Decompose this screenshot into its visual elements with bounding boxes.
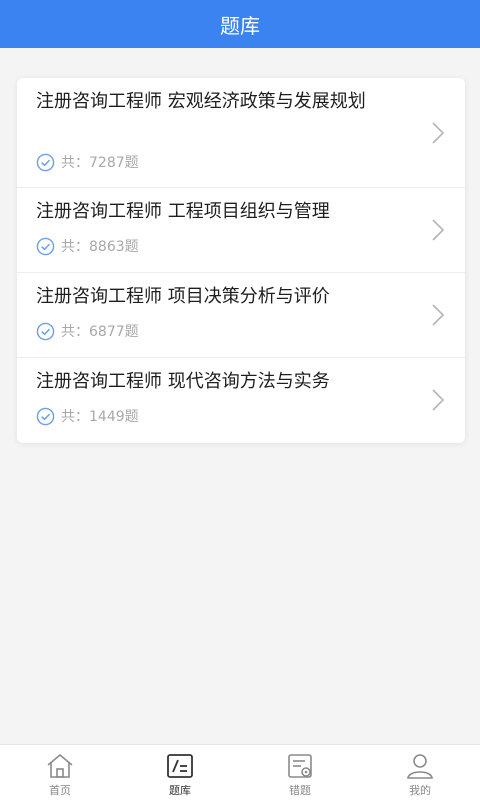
list-item[interactable]: 注册咨询工程师 现代咨询方法与实务 共： 1449题 bbox=[17, 358, 465, 443]
question-bank-icon bbox=[167, 754, 193, 778]
check-circle-icon bbox=[36, 237, 55, 255]
chevron-right-icon bbox=[432, 389, 445, 411]
check-circle-icon bbox=[36, 322, 55, 340]
chevron-right-icon bbox=[432, 122, 445, 144]
app-header: 题库 bbox=[0, 0, 480, 48]
item-meta: 共： 6877题 bbox=[36, 321, 139, 341]
item-count: 7287题 bbox=[89, 155, 139, 171]
item-title: 注册咨询工程师 工程项目组织与管理 bbox=[36, 201, 330, 222]
list-item[interactable]: 注册咨询工程师 宏观经济政策与发展规划 共： 7287题 bbox=[17, 78, 465, 188]
tab-label: 首页 bbox=[49, 784, 71, 797]
item-meta: 共： 1449题 bbox=[36, 406, 139, 426]
tab-question-bank[interactable]: 题库 bbox=[120, 745, 240, 800]
item-title: 注册咨询工程师 宏观经济政策与发展规划 bbox=[36, 91, 366, 112]
list-item[interactable]: 注册咨询工程师 工程项目组织与管理 共： 8863题 bbox=[17, 188, 465, 273]
item-title: 注册咨询工程师 项目决策分析与评价 bbox=[36, 286, 330, 307]
chevron-right-icon bbox=[432, 304, 445, 326]
check-circle-icon bbox=[36, 153, 55, 171]
chevron-right-icon bbox=[432, 219, 445, 241]
item-count-prefix: 共： bbox=[61, 324, 89, 340]
item-count: 6877题 bbox=[89, 324, 139, 340]
check-circle-icon bbox=[36, 407, 55, 425]
user-icon bbox=[407, 754, 433, 779]
question-bank-list: 注册咨询工程师 宏观经济政策与发展规划 共： 7287题 注册咨询工程师 工程项… bbox=[17, 78, 465, 443]
item-title: 注册咨询工程师 现代咨询方法与实务 bbox=[36, 371, 330, 392]
item-meta: 共： 7287题 bbox=[36, 152, 139, 172]
item-count-prefix: 共： bbox=[61, 155, 89, 171]
tab-profile[interactable]: 我的 bbox=[360, 745, 480, 800]
tab-label: 我的 bbox=[409, 784, 431, 797]
page-title: 题库 bbox=[220, 13, 260, 38]
item-count: 1449题 bbox=[89, 409, 139, 425]
wrong-questions-icon bbox=[288, 754, 312, 778]
item-count-prefix: 共： bbox=[61, 409, 89, 425]
item-count: 8863题 bbox=[89, 239, 139, 255]
tab-label: 错题 bbox=[289, 784, 311, 797]
tab-wrong-questions[interactable]: 错题 bbox=[240, 745, 360, 800]
item-count-prefix: 共： bbox=[61, 239, 89, 255]
item-meta: 共： 8863题 bbox=[36, 236, 139, 256]
list-item[interactable]: 注册咨询工程师 项目决策分析与评价 共： 6877题 bbox=[17, 273, 465, 358]
home-icon bbox=[47, 753, 73, 778]
tab-label: 题库 bbox=[169, 784, 191, 797]
tab-home[interactable]: 首页 bbox=[0, 745, 120, 800]
bottom-tab-bar: 首页 题库 错题 我的 bbox=[0, 744, 480, 800]
